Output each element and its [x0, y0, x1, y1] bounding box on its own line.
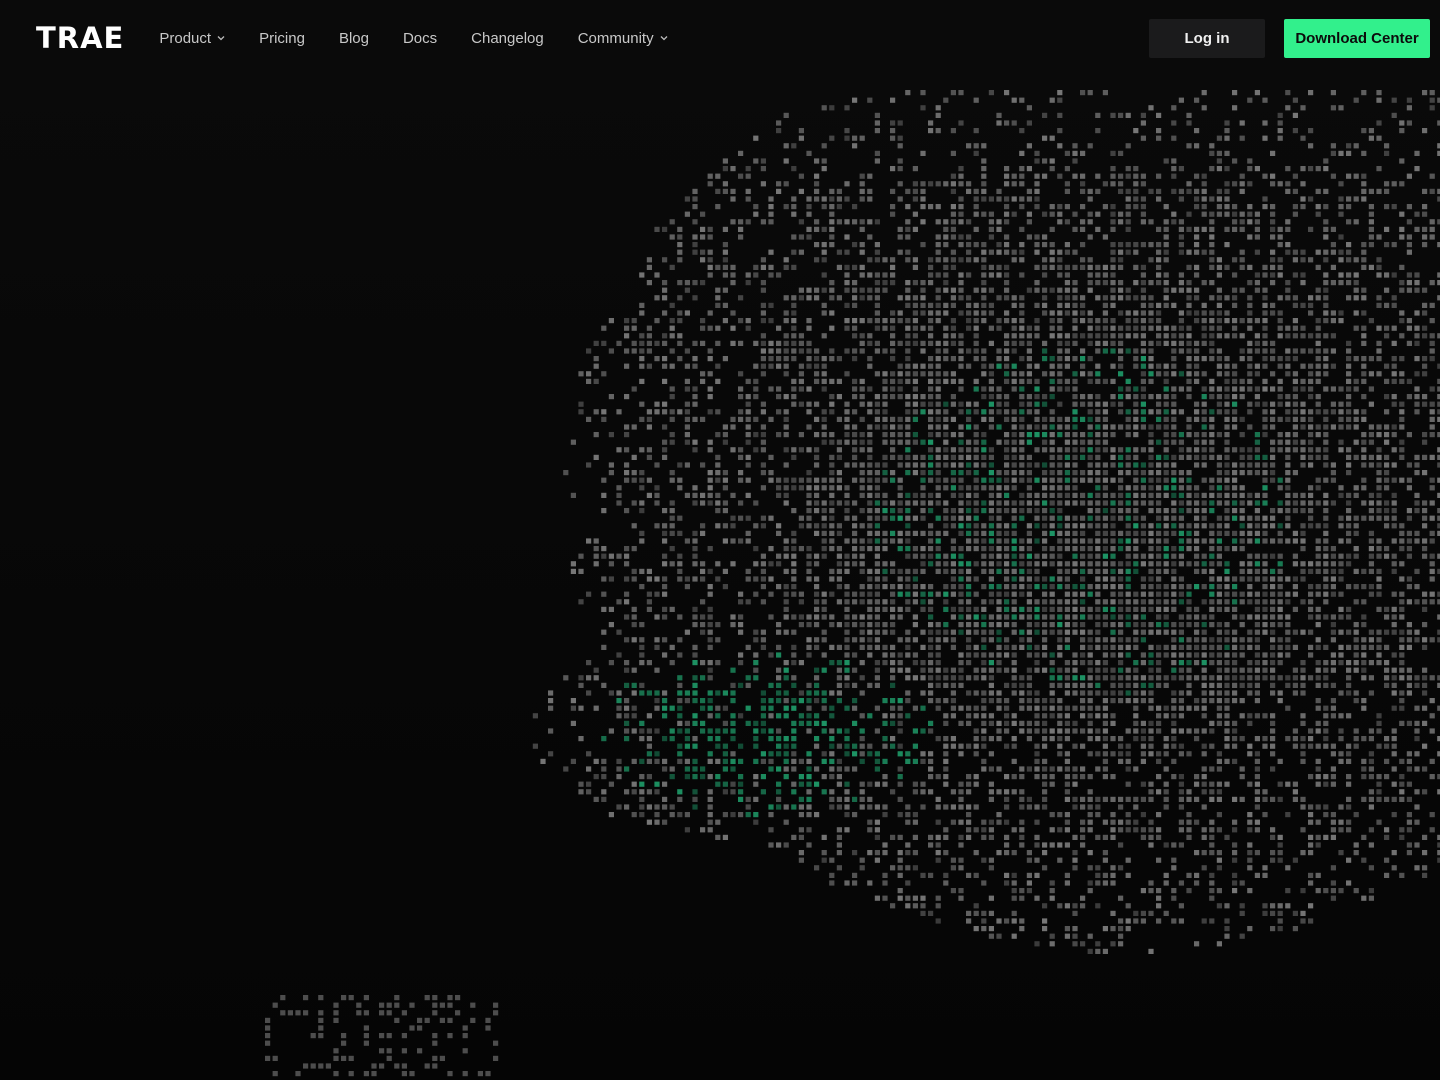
- login-button[interactable]: Log in: [1149, 19, 1265, 58]
- nav-item-pricing[interactable]: Pricing: [259, 30, 305, 47]
- trae-logo[interactable]: TRAE: [36, 23, 124, 53]
- nav-item-docs[interactable]: Docs: [403, 30, 437, 47]
- nav-label-product: Product: [159, 29, 212, 47]
- nav-item-community[interactable]: Community: [578, 30, 668, 47]
- nav-label-docs: Docs: [402, 29, 438, 47]
- chevron-down-icon: [660, 36, 668, 41]
- logo-wordmark: TRAE: [36, 20, 125, 55]
- nav-item-blog[interactable]: Blog: [339, 30, 369, 47]
- nav-label-blog: Blog: [338, 29, 369, 47]
- top-navbar: TRAE Product Pricing Blog Docs Changelog: [0, 0, 1440, 76]
- nav-label-community: Community: [577, 29, 654, 47]
- main-nav: Product Pricing Blog Docs Changelog Comm…: [159, 0, 701, 76]
- nav-item-changelog[interactable]: Changelog: [471, 30, 544, 47]
- nav-label-changelog: Changelog: [471, 29, 544, 47]
- page: TRAE Product Pricing Blog Docs Changelog: [0, 0, 1440, 1080]
- chevron-down-icon: [217, 36, 225, 41]
- pixel-particle-visualization: [265, 90, 1440, 1077]
- header-actions: Log in Download Center: [1149, 19, 1430, 58]
- download-center-button[interactable]: Download Center: [1284, 19, 1430, 58]
- nav-label-pricing: Pricing: [259, 29, 305, 47]
- nav-item-product[interactable]: Product: [159, 30, 225, 47]
